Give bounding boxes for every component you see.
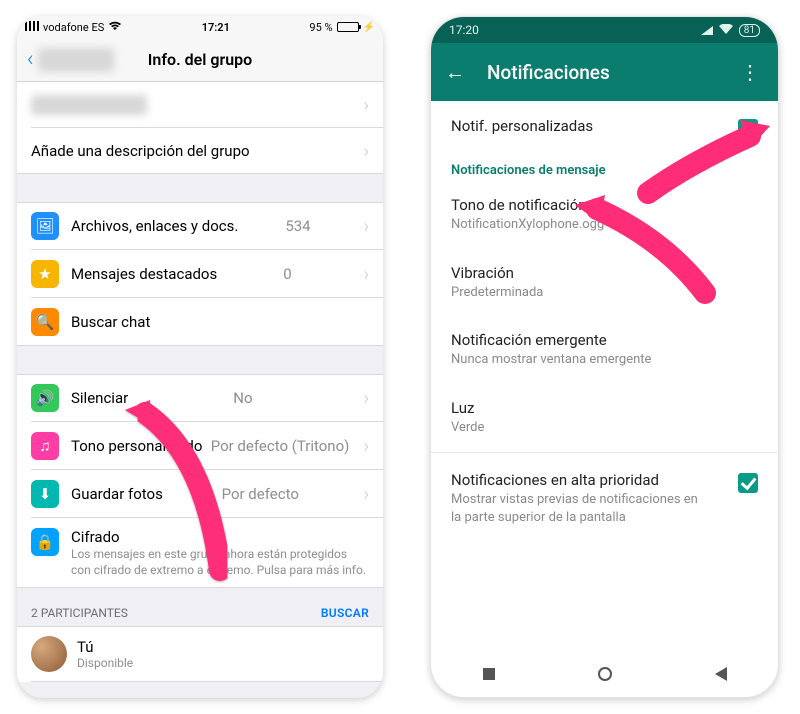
settings-list: › Añade una descripción del grupo › 🖼 Ar…: [17, 82, 383, 682]
files-icon: 🖼: [31, 212, 59, 240]
battery-icon: 81: [739, 24, 760, 37]
android-nav-bar: [431, 651, 778, 697]
android-app-bar: ← Notificaciones ⋮: [431, 43, 778, 101]
light-label: Luz: [451, 399, 718, 417]
starred-row[interactable]: ★ Mensajes destacados 0 ›: [17, 250, 383, 298]
high-priority-label: Notificaciones en alta prioridad: [451, 471, 698, 489]
ios-nav-bar: ‹ Info. del grupo: [17, 38, 383, 82]
encryption-sub: Los mensajes en este grupo ahora están p…: [71, 546, 369, 578]
notification-tone-row[interactable]: Tono de notificación NotificationXylopho…: [431, 180, 778, 248]
battery-percent: 95 %: [309, 21, 332, 34]
chevron-right-icon: ›: [364, 436, 369, 457]
signal-icon: [701, 26, 713, 35]
custom-tone-row[interactable]: ♫ Tono personalizado Por defecto (Triton…: [17, 422, 383, 470]
divider: [431, 452, 778, 453]
description-row[interactable]: Añade una descripción del grupo ›: [17, 128, 383, 174]
save-photos-row[interactable]: ⬇ Guardar fotos Por defecto ›: [17, 470, 383, 518]
encryption-row[interactable]: 🔒 Cifrado Los mensajes en este grupo aho…: [17, 518, 383, 588]
popup-value: Nunca mostrar ventana emergente: [451, 351, 718, 369]
participant-name: Tú: [77, 638, 133, 656]
custom-notifications-row[interactable]: Notif. personalizadas: [431, 101, 778, 153]
download-icon: ⬇: [31, 480, 59, 508]
ios-status-bar: vodafone ES 17:21 95 % ⚡: [17, 16, 383, 38]
group-name-blurred: [31, 95, 147, 115]
mute-row[interactable]: 🔊 Silenciar No ›: [17, 374, 383, 422]
participants-header: 2 PARTICIPANTES BUSCAR: [17, 588, 383, 626]
checkbox-checked-icon[interactable]: [738, 119, 758, 139]
popup-row[interactable]: Notificación emergente Nunca mostrar ven…: [431, 315, 778, 383]
search-chat-label: Buscar chat: [71, 313, 150, 331]
light-value: Verde: [451, 419, 718, 437]
custom-notifications-label: Notif. personalizadas: [451, 117, 593, 135]
chevron-right-icon: ›: [364, 141, 369, 162]
chevron-right-icon: ›: [364, 388, 369, 409]
tone-value: Por defecto (Tritono): [211, 437, 350, 455]
save-photos-label: Guardar fotos: [71, 485, 163, 503]
files-count: 534: [285, 217, 310, 235]
lock-icon: 🔒: [31, 528, 59, 556]
battery-icon: [337, 22, 359, 32]
chevron-right-icon: ›: [364, 264, 369, 285]
light-row[interactable]: Luz Verde: [431, 383, 778, 451]
chevron-right-icon: ›: [364, 95, 369, 116]
vibration-label: Vibración: [451, 264, 718, 282]
recent-apps-button[interactable]: [483, 668, 495, 680]
music-note-icon: ♫: [31, 432, 59, 460]
ios-phone: vodafone ES 17:21 95 % ⚡ ‹ Info. del gru…: [17, 16, 383, 698]
wifi-icon: [108, 21, 122, 34]
save-photos-value: Por defecto: [222, 485, 299, 503]
back-button[interactable]: [715, 667, 727, 681]
starred-count: 0: [283, 265, 291, 283]
mute-label: Silenciar: [71, 389, 128, 407]
files-row[interactable]: 🖼 Archivos, enlaces y docs. 534 ›: [17, 202, 383, 250]
signal-icon: [25, 21, 39, 34]
popup-label: Notificación emergente: [451, 331, 718, 349]
encryption-label: Cifrado: [71, 528, 369, 546]
page-title: Info. del grupo: [17, 50, 383, 69]
wifi-icon: [719, 23, 733, 37]
search-chat-row[interactable]: 🔍 Buscar chat: [17, 298, 383, 346]
files-label: Archivos, enlaces y docs.: [71, 217, 238, 235]
star-icon: ★: [31, 260, 59, 288]
high-priority-row[interactable]: Notificaciones en alta prioridad Mostrar…: [431, 455, 778, 540]
tone-label: Tono personalizado: [71, 437, 202, 455]
participant-row-me[interactable]: Tú Disponible: [17, 626, 383, 682]
tone-value: NotificationXylophone.ogg: [451, 216, 718, 234]
clock: 17:20: [449, 23, 479, 37]
clock: 17:21: [122, 21, 309, 34]
section-header-messages: Notificaciones de mensaje: [431, 153, 778, 180]
tone-label: Tono de notificación: [451, 196, 718, 214]
search-icon: 🔍: [31, 308, 59, 336]
vibration-row[interactable]: Vibración Predeterminada: [431, 248, 778, 316]
participants-count: 2 PARTICIPANTES: [31, 606, 128, 620]
settings-list: Notif. personalizadas Notificaciones de …: [431, 101, 778, 540]
home-button[interactable]: [598, 667, 612, 681]
avatar: [31, 636, 67, 672]
overflow-menu-icon[interactable]: ⋮: [730, 60, 770, 84]
participant-status: Disponible: [77, 656, 133, 670]
chevron-right-icon: ›: [364, 216, 369, 237]
charging-icon: ⚡: [363, 22, 375, 33]
android-phone: 17:20 81 ← Notificaciones ⋮ Notif. perso…: [430, 16, 779, 698]
starred-label: Mensajes destacados: [71, 265, 217, 283]
speaker-icon: 🔊: [31, 384, 59, 412]
description-label: Añade una descripción del grupo: [31, 142, 250, 160]
high-priority-sub: Mostrar vistas previas de notificaciones…: [451, 491, 698, 526]
back-button[interactable]: ←: [445, 60, 465, 85]
chevron-right-icon: ›: [364, 484, 369, 505]
page-title: Notificaciones: [487, 61, 610, 84]
group-name-row[interactable]: ›: [17, 82, 383, 128]
carrier-label: vodafone ES: [43, 21, 104, 34]
mute-value: No: [233, 389, 252, 407]
search-participants-button[interactable]: BUSCAR: [321, 606, 369, 620]
checkbox-checked-icon[interactable]: [738, 473, 758, 493]
vibration-value: Predeterminada: [451, 284, 718, 302]
android-status-bar: 17:20 81: [431, 17, 778, 43]
